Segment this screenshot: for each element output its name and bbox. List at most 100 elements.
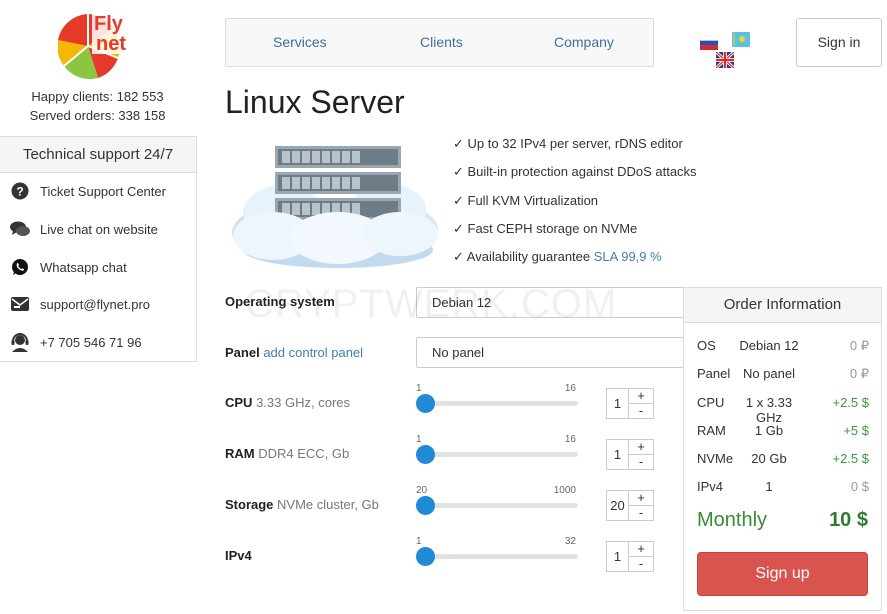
sign-up-button[interactable]: Sign up	[697, 552, 868, 596]
order-row-ram: RAM 1 Gb +5 $	[697, 423, 869, 439]
feature-item: ✓ Full KVM Virtualization	[453, 193, 599, 208]
storage-label-sub: NVMe cluster, Gb	[277, 497, 379, 512]
ipv4-slider[interactable]: 1 32	[416, 536, 578, 568]
support-item-label: Live chat on website	[40, 221, 158, 237]
cpu-slider-min: 1	[416, 383, 422, 394]
order-row-key: NVMe	[697, 451, 734, 466]
main-nav: Services Clients Company	[225, 18, 654, 67]
support-panel: Technical support 24/7 ? Ticket Support …	[0, 136, 197, 362]
served-orders-stat: Served orders: 338 158	[29, 108, 166, 123]
ipv4-decrement-button[interactable]: -	[628, 556, 654, 572]
order-row-value: No panel	[742, 366, 796, 381]
support-item-phone[interactable]: +7 705 546 71 96	[10, 331, 142, 353]
support-item-label: Whatsapp chat	[40, 259, 127, 275]
support-item-label: +7 705 546 71 96	[40, 334, 142, 350]
ram-slider[interactable]: 1 16	[416, 434, 578, 466]
order-panel: Order Information OS Debian 12 0 ₽ Panel…	[683, 287, 882, 611]
logo-word-fly: Fly	[94, 13, 124, 35]
support-item-email[interactable]: support@flynet.pro	[10, 293, 150, 315]
cpu-slider-max: 16	[564, 383, 576, 394]
cpu-slider-track[interactable]	[416, 401, 578, 406]
watermark-text: CRYPTWERK.COM	[245, 282, 618, 326]
panel-select[interactable]: No panel	[416, 337, 684, 368]
happy-clients-stat: Happy clients: 182 553	[31, 89, 164, 104]
feature-item: ✓ Fast CEPH storage on NVMe	[453, 221, 638, 236]
kazakhstan-flag-icon[interactable]	[732, 32, 750, 52]
order-row-os: OS Debian 12 0 ₽	[697, 338, 869, 354]
order-row-price: 0 ₽	[849, 338, 869, 353]
monthly-total: 10 $	[829, 509, 868, 531]
cpu-slider[interactable]: 1 16	[416, 383, 578, 415]
order-row-panel: Panel No panel 0 ₽	[697, 366, 869, 382]
envelope-icon	[10, 294, 30, 314]
cpu-label-text: CPU	[225, 395, 253, 410]
order-row-price: +5 $	[843, 423, 869, 438]
support-item-label: support@flynet.pro	[40, 296, 151, 312]
ram-slider-min: 1	[416, 434, 422, 445]
support-item-label: Ticket Support Center	[40, 183, 166, 199]
feature-item-sla: ✓ Availability guarantee SLA 99,9 %	[453, 249, 662, 265]
ram-increment-button[interactable]: +	[628, 439, 654, 455]
nav-clients[interactable]: Clients	[420, 34, 463, 50]
flynet-logo[interactable]: Fly net	[57, 6, 140, 86]
add-control-panel-link[interactable]: add control panel	[263, 345, 363, 360]
order-row-value: 1 Gb	[754, 423, 784, 438]
ram-label: RAM DDR4 ECC, Gb	[225, 446, 349, 461]
cpu-decrement-button[interactable]: -	[628, 403, 654, 419]
ipv4-stepper-value[interactable]: 1	[606, 541, 628, 572]
ram-slider-handle[interactable]	[416, 445, 435, 464]
cpu-slider-handle[interactable]	[416, 394, 435, 413]
order-row-nvme: NVMe 20 Gb +2.5 $	[697, 451, 869, 467]
cpu-label: CPU 3.33 GHz, cores	[225, 395, 350, 410]
panel-label-text: Panel	[225, 345, 260, 360]
logo-word-net: net	[96, 33, 126, 55]
order-row-key: OS	[697, 338, 716, 353]
order-row-price: 0 $	[850, 479, 869, 494]
nav-company[interactable]: Company	[554, 34, 614, 50]
ipv4-increment-button[interactable]: +	[628, 541, 654, 557]
storage-stepper-value[interactable]: 20	[606, 490, 628, 521]
ram-label-sub: DDR4 ECC, Gb	[258, 446, 350, 461]
ram-decrement-button[interactable]: -	[628, 454, 654, 470]
headset-icon	[10, 332, 30, 352]
storage-slider-min: 20	[416, 485, 428, 496]
support-item-whatsapp[interactable]: Whatsapp chat	[10, 256, 127, 278]
order-row-key: Panel	[697, 366, 731, 381]
svg-text:?: ?	[16, 185, 23, 199]
storage-slider-track[interactable]	[416, 503, 578, 508]
storage-slider[interactable]: 20 1000	[416, 485, 578, 517]
ipv4-slider-handle[interactable]	[416, 547, 435, 566]
ram-stepper: 1 + -	[606, 439, 654, 470]
storage-increment-button[interactable]: +	[628, 490, 654, 506]
order-row-value: 1 x 3.33 GHz	[745, 395, 793, 425]
cpu-increment-button[interactable]: +	[628, 388, 654, 404]
storage-slider-max: 1000	[553, 485, 576, 496]
feature-item: ✓ Up to 32 IPv4 per server, rDNS editor	[453, 136, 683, 151]
order-row-value: 20 Gb	[751, 451, 787, 466]
sla-link[interactable]: SLA 99,9 %	[594, 249, 662, 264]
storage-slider-handle[interactable]	[416, 496, 435, 515]
support-item-livechat[interactable]: Live chat on website	[10, 218, 158, 240]
sign-in-button[interactable]: Sign in	[796, 18, 882, 67]
whatsapp-icon	[10, 257, 30, 277]
ipv4-slider-track[interactable]	[416, 554, 578, 559]
server-cloud-illustration	[228, 138, 443, 270]
feature-label: ✓ Availability guarantee	[453, 249, 594, 264]
order-row-value: Debian 12	[739, 338, 799, 353]
support-item-ticket[interactable]: ? Ticket Support Center	[10, 180, 166, 202]
ram-slider-track[interactable]	[416, 452, 578, 457]
support-title: Technical support 24/7	[0, 137, 196, 173]
ipv4-stepper: 1 + -	[606, 541, 654, 572]
storage-decrement-button[interactable]: -	[628, 505, 654, 521]
ram-stepper-value[interactable]: 1	[606, 439, 628, 470]
storage-stepper: 20 + -	[606, 490, 654, 521]
question-circle-icon: ?	[10, 181, 30, 201]
ipv4-label: IPv4	[225, 548, 252, 563]
cpu-label-sub: 3.33 GHz, cores	[256, 395, 351, 410]
cpu-stepper-value[interactable]: 1	[606, 388, 628, 419]
uk-flag-icon[interactable]	[715, 50, 735, 73]
order-row-price: +2.5 $	[832, 451, 869, 466]
nav-services[interactable]: Services	[273, 34, 327, 50]
order-row-ipv4: IPv4 1 0 $	[697, 479, 869, 495]
panel-label: Panel add control panel	[225, 345, 363, 360]
